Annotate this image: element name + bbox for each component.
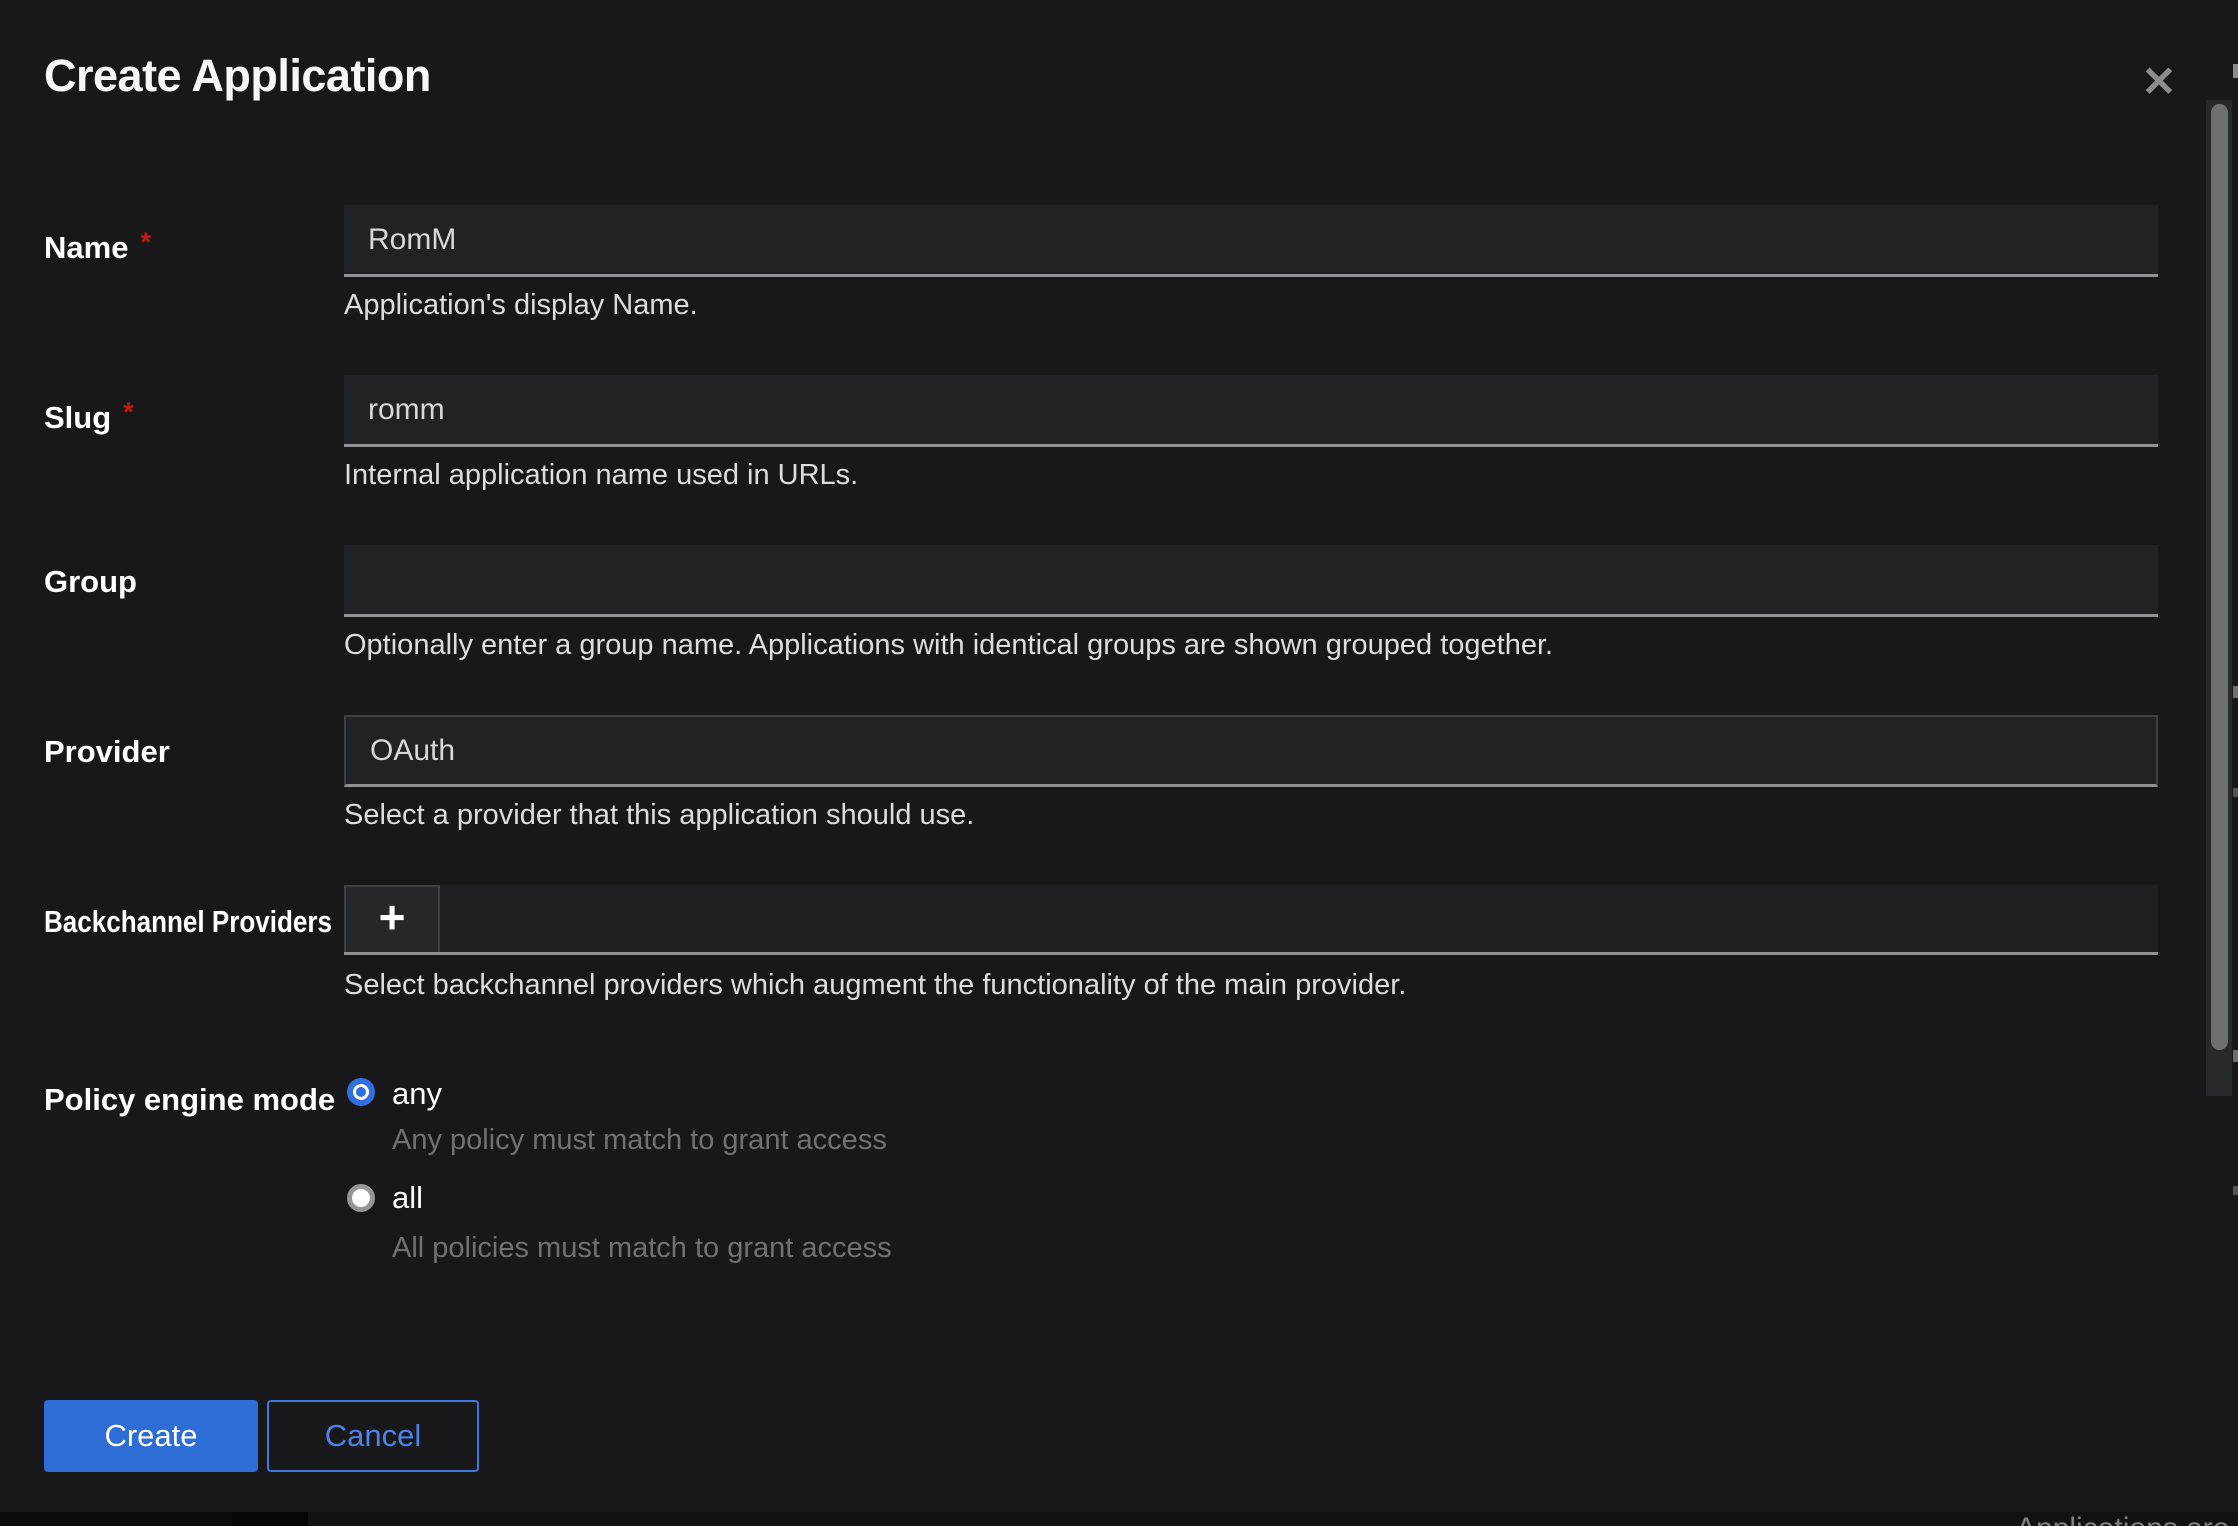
clipped-background-text: Applications are [2016, 1512, 2229, 1526]
required-asterisk: * [123, 397, 134, 427]
slug-field-label: Slug * [44, 392, 134, 432]
underlying-page-sliver: Applications are [0, 1512, 2238, 1526]
cancel-button[interactable]: Cancel [267, 1400, 479, 1472]
radio-any[interactable] [347, 1078, 375, 1106]
band-segment [232, 1512, 308, 1526]
edge-artifact [2233, 788, 2238, 797]
provider-field-label: Provider [44, 732, 170, 772]
policy-engine-mode-label: Policy engine mode* [44, 1074, 358, 1114]
close-icon[interactable]: ✕ [2130, 52, 2188, 110]
slug-help-text: Internal application name used in URLs. [344, 459, 2158, 492]
plus-icon: + [379, 890, 406, 944]
name-help-text: Application's display Name. [344, 289, 2158, 322]
label-text: Name [44, 230, 128, 265]
radio-all-label[interactable]: all [392, 1180, 423, 1216]
create-application-modal: Create Application ✕ Name * Application's… [0, 0, 2238, 1526]
required-asterisk: * [140, 227, 151, 257]
backchannel-help-text: Select backchannel providers which augme… [344, 969, 2158, 1002]
label-text: Backchannel Providers [44, 904, 332, 939]
edge-artifact [2233, 686, 2238, 698]
edge-artifact [2233, 64, 2238, 78]
scrollbar-thumb[interactable] [2211, 104, 2228, 1050]
radio-any-label[interactable]: any [392, 1076, 442, 1112]
group-input[interactable] [344, 545, 2158, 617]
group-field-label: Group [44, 562, 137, 602]
group-help-text: Optionally enter a group name. Applicati… [344, 629, 2158, 662]
radio-any-description: Any policy must match to grant access [392, 1123, 887, 1157]
label-text: Group [44, 564, 137, 599]
provider-select[interactable]: OAuth [344, 715, 2158, 787]
name-field-label: Name * [44, 222, 151, 262]
edge-artifact [2233, 1186, 2238, 1195]
label-text: Slug [44, 400, 111, 435]
radio-all-description: All policies must match to grant access [392, 1231, 892, 1265]
band-segment [0, 1512, 232, 1526]
label-text: Policy engine mode [44, 1082, 335, 1117]
create-button[interactable]: Create [44, 1400, 258, 1472]
edge-artifact [2233, 1050, 2238, 1062]
add-provider-button[interactable]: + [344, 885, 440, 952]
backchannel-field-label: Backchannel Providers [44, 902, 332, 942]
radio-all[interactable] [347, 1184, 375, 1212]
label-text: Provider [44, 734, 170, 769]
page-title: Create Application [44, 50, 431, 102]
name-input[interactable] [344, 205, 2158, 277]
provider-help-text: Select a provider that this application … [344, 799, 2158, 832]
backchannel-providers-field: + [344, 885, 2158, 955]
slug-input[interactable] [344, 375, 2158, 447]
scrollbar-track[interactable] [2206, 100, 2232, 1096]
